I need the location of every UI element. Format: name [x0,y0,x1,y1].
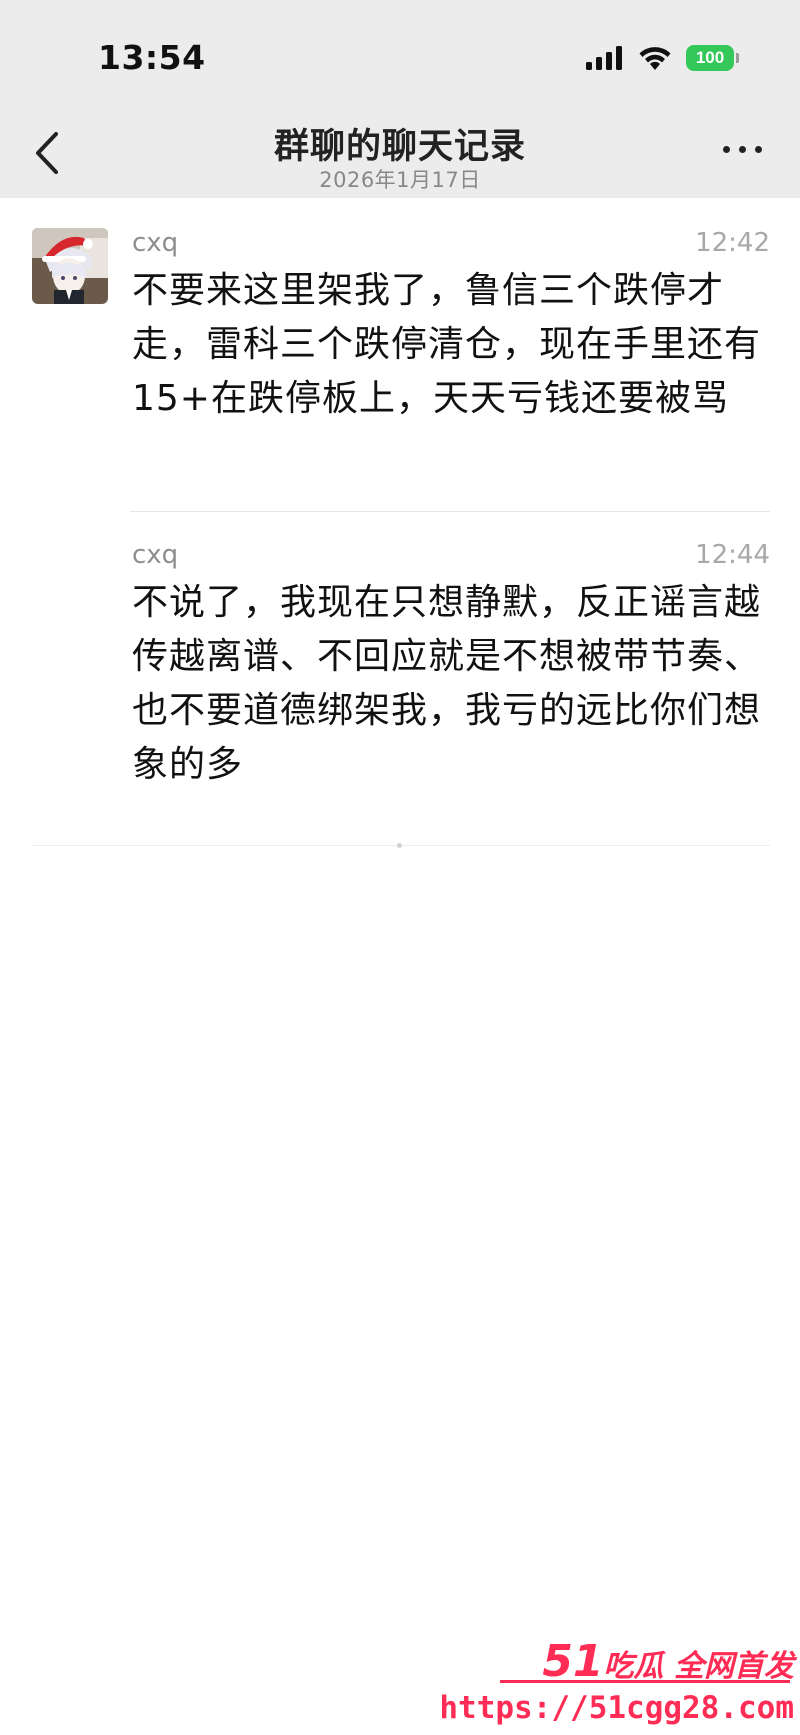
wifi-icon [639,47,671,70]
more-dots-icon[interactable] [723,146,762,153]
message-time: 12:42 [695,228,770,258]
watermark-underline [500,1680,790,1683]
message-time: 12:44 [695,540,770,570]
more-dot [723,146,730,153]
message-divider [130,511,770,512]
top-bar: 13:54 100 群聊的聊天记录 2026年1月17日 [0,0,800,198]
watermark-url: https://51cgg28.com [439,1690,794,1726]
chat-message: cxq 12:42 不要来这里架我了，鲁信三个跌停才走，雷科三个跌停清仓，现在手… [132,228,770,426]
status-time: 13:54 [98,38,206,77]
signal-icon [586,46,622,70]
more-dot [755,146,762,153]
status-icons: 100 [586,44,739,72]
message-text: 不说了，我现在只想静默，反正谣言越传越离谱、不回应就是不想被带节奏、也不要道德绑… [132,582,762,785]
page-title: 群聊的聊天记录 [273,127,526,167]
avatar[interactable] [32,228,108,304]
end-divider-dot [397,843,402,848]
chat-message: cxq 12:44 不说了，我现在只想静默，反正谣言越传越离谱、不回应就是不想被… [132,540,770,792]
message-text: 不要来这里架我了，鲁信三个跌停才走，雷科三个跌停清仓，现在手里还有15+在跌停板… [132,270,762,419]
chat-date: 2026年1月17日 [319,168,481,192]
watermark-text: 吃瓜 全网首发 [603,1649,794,1684]
message-sender: cxq [132,228,179,258]
message-sender: cxq [132,540,179,570]
battery-icon: 100 [686,45,739,71]
more-dot [739,146,746,153]
